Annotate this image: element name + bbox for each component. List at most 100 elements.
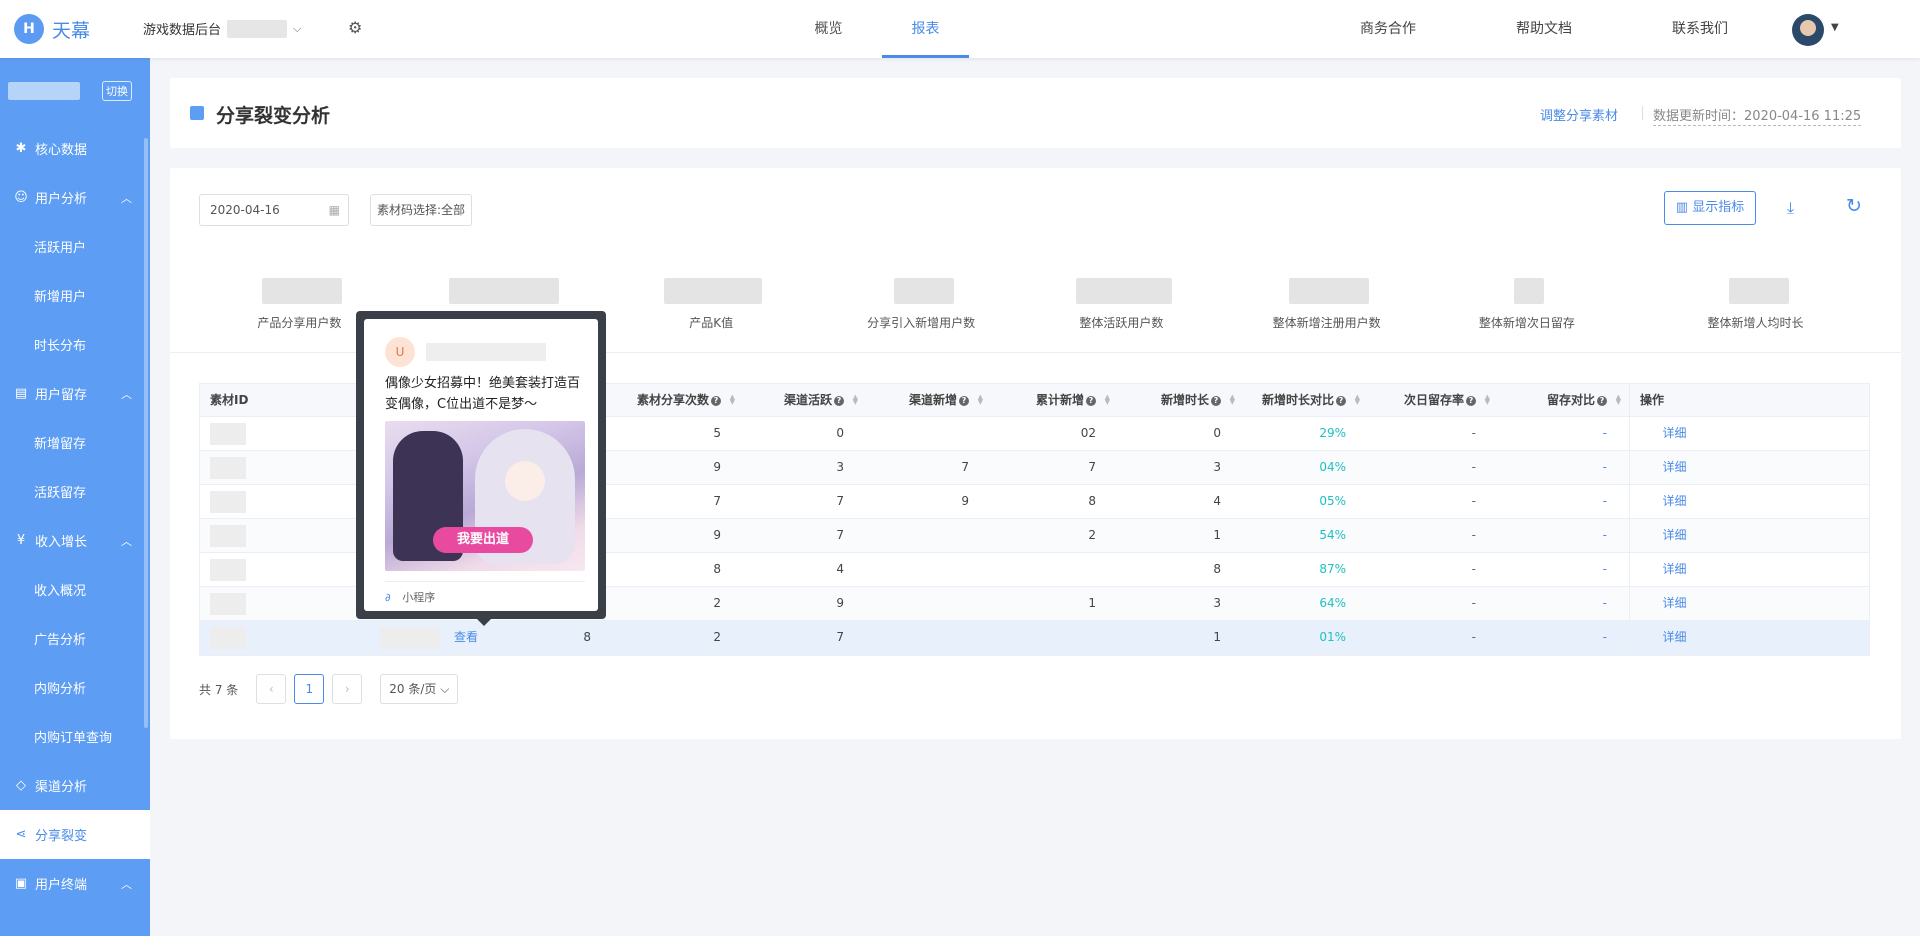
table-cell: 64% [1319,596,1346,610]
sort-icon[interactable]: ▲▼ [1230,394,1235,406]
detail-link[interactable]: 详细 [1662,528,1686,542]
top-link[interactable]: 商务合作 [1310,0,1466,58]
sidebar-item[interactable]: ▤ 用户留存 ︿ [0,369,150,418]
top-link[interactable]: 联系我们 [1622,0,1778,58]
prev-page-button[interactable]: ‹ [256,674,287,704]
sidebar-item[interactable]: 收入概况 [0,565,150,614]
adjust-share-material-link[interactable]: 调整分享素材 [1540,105,1618,124]
metric-label: 整体活跃用户数 [1079,316,1164,330]
operation-cell: 详细 [1629,553,1719,586]
column-header[interactable]: 新增时长对比? ▲ ▼ [1243,384,1368,417]
sidebar-item[interactable]: 活跃留存 [0,467,150,516]
table-cell: 7 [836,528,844,542]
column-header[interactable]: 素材分享次数? ▲ ▼ [613,384,743,417]
help-icon[interactable]: ? [1211,396,1221,406]
mini-program-label: 小程序 [402,591,436,604]
brand-logo[interactable]: H 天幕 [14,14,90,44]
sort-icon[interactable]: ▲▼ [978,394,983,406]
sidebar-item[interactable]: 内购订单查询 [0,712,150,761]
view-material-link[interactable]: 查看 [454,630,478,644]
help-icon[interactable]: ? [1336,396,1346,406]
sort-icon[interactable]: ▲▼ [730,394,735,406]
sort-icon[interactable]: ▲▼ [1485,394,1490,406]
table-cell: - [1602,630,1607,644]
show-metrics-label: 显示指标 [1692,200,1745,215]
sidebar-item[interactable]: ☺ 用户分析 ︿ [0,173,150,222]
sidebar-item-label: 用户留存 [35,388,88,403]
sidebar-item-label: 广告分析 [34,633,87,648]
column-header-label: 次日留存率 [1403,393,1464,407]
sidebar-item[interactable]: ◇ 渠道分析 [0,761,150,810]
terminal-icon: ▣ [14,876,28,891]
help-icon[interactable]: ? [1466,396,1476,406]
sidebar-item-label: 用户分析 [35,192,88,207]
image-cta-banner: 我要出道 [433,527,533,553]
help-icon[interactable]: ? [959,396,969,406]
material-id-cell [200,519,370,552]
column-header[interactable]: 新增时长? ▲ ▼ [1118,384,1243,417]
sidebar-item[interactable]: 活跃用户 [0,222,150,271]
nav-tab[interactable]: 报表 [877,0,974,58]
app-name-redacted [227,19,288,38]
redacted-value [210,592,246,615]
detail-link[interactable]: 详细 [1662,460,1686,474]
sidebar-item-label: 活跃留存 [34,486,87,501]
column-header[interactable]: 次日留存率? ▲ ▼ [1368,384,1498,417]
sidebar-item[interactable]: 新增留存 [0,418,150,467]
table-cell: 7 [961,460,969,474]
sort-icon[interactable]: ▲▼ [1105,394,1110,406]
table-cell [866,553,991,586]
character-face [505,461,545,501]
sidebar-item[interactable]: 新增用户 [0,271,150,320]
sidebar-item[interactable]: ✱ 核心数据 [0,124,150,173]
help-icon[interactable]: ? [1086,396,1096,406]
sidebar-item[interactable]: ▣ 用户终端 ︿ [0,859,150,908]
metric-value-redacted [1075,278,1172,304]
detail-link[interactable]: 详细 [1662,630,1686,644]
sidebar-item[interactable]: 内购分析 [0,663,150,712]
detail-link[interactable]: 详细 [1662,562,1686,576]
app-selector[interactable]: 游戏数据后台 ⌵ [143,19,301,38]
table-cell [866,417,991,450]
show-metrics-button[interactable]: ▥ 显示指标 [1664,191,1756,225]
operation-cell: 详细 [1629,485,1719,518]
page-title: 分享裂变分析 [216,105,331,127]
table-cell: 8 [1088,494,1096,508]
sidebar-item[interactable]: ¥ 收入增长 ︿ [0,516,150,565]
table-cell: 3 [1213,596,1221,610]
top-link[interactable]: 帮助文档 [1466,0,1622,58]
detail-link[interactable]: 详细 [1662,494,1686,508]
mini-program-icon: ∂ [385,591,391,604]
nav-tab[interactable]: 概览 [780,0,877,58]
avatar-caret-icon[interactable]: ▼ [1831,22,1839,33]
material-id-cell [200,451,370,484]
sidebar-item[interactable]: 时长分布 [0,320,150,369]
next-page-button[interactable]: › [332,674,363,704]
sort-icon[interactable]: ▲▼ [1355,394,1360,406]
detail-link[interactable]: 详细 [1662,596,1686,610]
sort-icon[interactable]: ▲▼ [1616,394,1621,406]
date-picker[interactable]: 2020-04-16 ▦ [199,194,349,226]
material-code-select[interactable]: 素材码选择:全部 [370,194,473,226]
column-header[interactable]: 渠道新增? ▲ ▼ [866,384,991,417]
column-header[interactable]: 留存对比? ▲ ▼ [1498,384,1629,417]
page-number-button[interactable]: 1 [294,674,325,704]
column-header[interactable]: 累计新增? ▲ ▼ [991,384,1118,417]
gear-icon[interactable]: ⚙ [348,18,362,37]
switch-app-button[interactable]: 切换 [102,81,132,101]
column-header[interactable]: 渠道活跃? ▲ ▼ [743,384,866,417]
download-icon[interactable]: ⤓ [1787,198,1794,218]
sidebar-item[interactable]: ⋖ 分享裂变 [0,810,150,859]
sort-icon[interactable]: ▲▼ [853,394,858,406]
refresh-icon[interactable]: ↻ [1846,195,1862,217]
table-cell: - [1602,494,1607,508]
help-icon[interactable]: ? [711,396,721,406]
avatar[interactable] [1792,14,1824,46]
sidebar-scrollbar[interactable] [144,138,148,728]
sidebar-item[interactable]: 广告分析 [0,614,150,663]
page-size-select[interactable]: 20 条/页 ⌵ [380,674,459,704]
table-cell: - [1471,562,1476,576]
help-icon[interactable]: ? [834,396,844,406]
help-icon[interactable]: ? [1597,396,1607,406]
detail-link[interactable]: 详细 [1662,426,1686,440]
